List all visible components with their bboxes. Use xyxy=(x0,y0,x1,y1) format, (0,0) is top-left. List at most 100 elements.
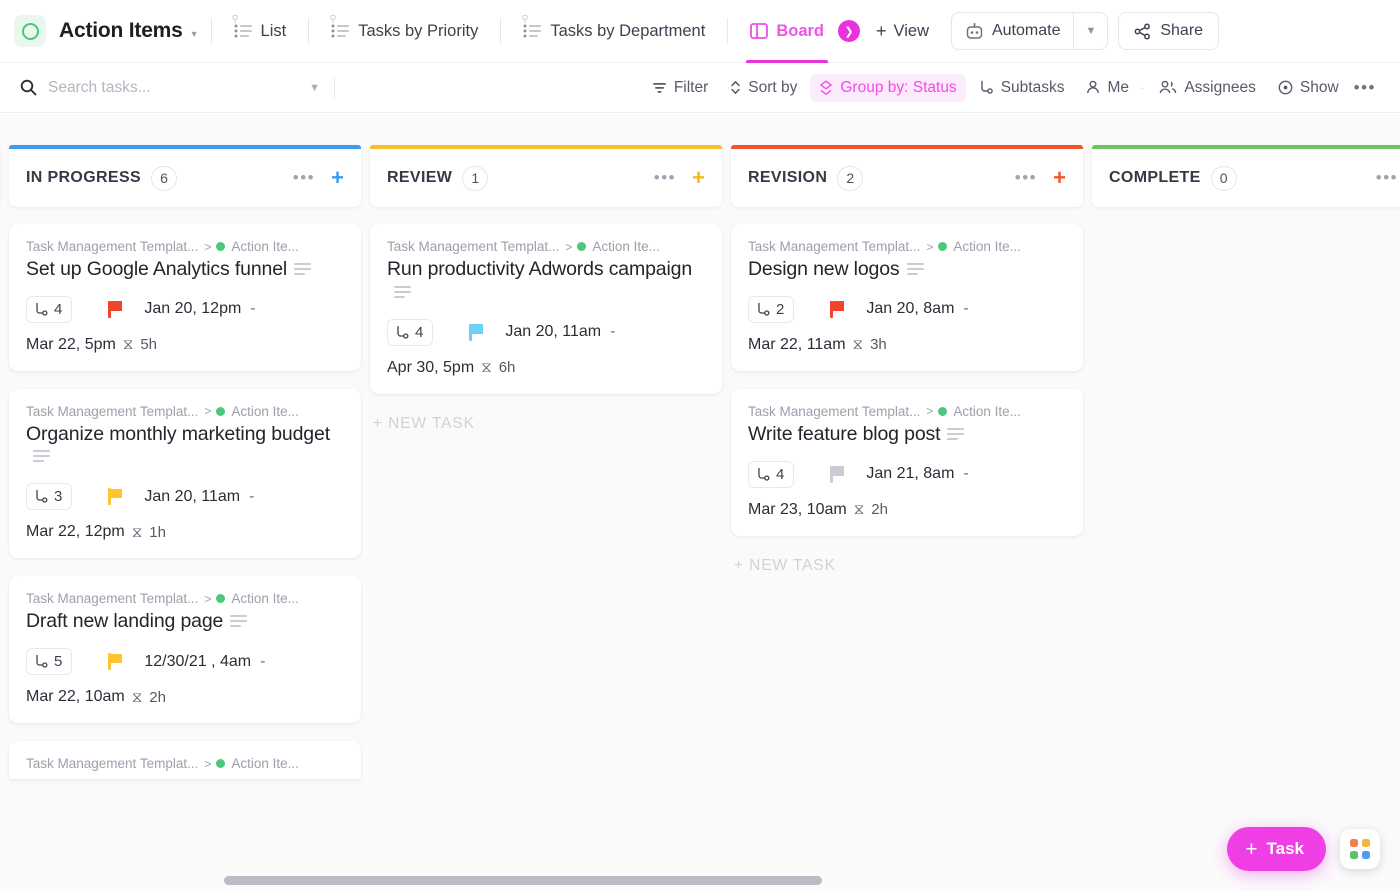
filter-button[interactable]: Filter xyxy=(643,74,717,102)
subtask-count-badge[interactable]: 4 xyxy=(26,296,72,323)
start-date[interactable]: Jan 20, 11am xyxy=(144,488,240,506)
apps-grid-icon[interactable] xyxy=(1340,829,1380,869)
column-header-complete[interactable]: COMPLETE 0 ••• + xyxy=(1092,145,1400,207)
scrollbar-thumb[interactable] xyxy=(224,876,822,885)
priority-flag-icon[interactable] xyxy=(469,324,483,341)
breadcrumb-separator: > xyxy=(204,757,211,771)
chevron-down-icon[interactable]: ▼ xyxy=(190,29,199,39)
tab-board-label: Board xyxy=(776,22,824,41)
show-button[interactable]: Show xyxy=(1269,74,1348,102)
breadcrumb-separator: > xyxy=(926,404,933,418)
tab-tasks-by-priority[interactable]: ⚲ Tasks by Priority xyxy=(321,0,488,63)
automate-label: Automate xyxy=(992,22,1060,40)
description-lines-icon xyxy=(294,263,311,275)
subtask-count-badge[interactable]: 4 xyxy=(748,461,794,488)
column-add-task-plus-icon[interactable]: + xyxy=(331,167,344,189)
sort-by-button[interactable]: Sort by xyxy=(721,74,806,102)
start-date[interactable]: Jan 20, 8am xyxy=(866,300,954,318)
task-card[interactable]: Task Management Templat... > Action Ite.… xyxy=(9,224,361,371)
column-add-task-plus-icon[interactable]: + xyxy=(1053,167,1066,189)
tab-tasks-by-department[interactable]: ⚲ Tasks by Department xyxy=(513,0,715,63)
subtask-count-badge[interactable]: 4 xyxy=(387,319,433,346)
breadcrumb-parent: Task Management Templat... xyxy=(26,404,198,419)
page-title: Action Items xyxy=(59,19,183,43)
subtask-count-badge[interactable]: 3 xyxy=(26,483,72,510)
description-lines-icon xyxy=(947,428,964,440)
column-header-in-progress[interactable]: IN PROGRESS 6 ••• + xyxy=(9,145,361,207)
divider xyxy=(308,18,309,44)
task-due-row: Apr 30, 5pm ⧖ 6h xyxy=(387,359,705,377)
column-header-review[interactable]: REVIEW 1 ••• + xyxy=(370,145,722,207)
column-menu-ellipsis-icon[interactable]: ••• xyxy=(654,168,676,188)
subtask-count-badge[interactable]: 2 xyxy=(748,296,794,323)
priority-flag-icon[interactable] xyxy=(108,301,122,318)
list-logo xyxy=(14,15,46,47)
start-date[interactable]: Jan 20, 11am xyxy=(505,323,601,341)
task-card[interactable]: Task Management Templat... > Action Ite.… xyxy=(731,389,1083,536)
task-meta-row: 4 Jan 20, 11am - xyxy=(387,319,705,346)
priority-flag-icon[interactable] xyxy=(830,466,844,483)
breadcrumb-separator: > xyxy=(565,240,572,254)
priority-flag-icon[interactable] xyxy=(108,653,122,670)
task-title: Set up Google Analytics funnel xyxy=(26,258,287,280)
column-body: Task Management Templat... > Action Ite.… xyxy=(370,207,722,433)
breadcrumb: Task Management Templat... > Action Ite.… xyxy=(26,756,344,771)
date-range-dash: - xyxy=(250,300,255,318)
breadcrumb: Task Management Templat... > Action Ite.… xyxy=(387,239,705,254)
task-card[interactable]: Task Management Templat... > Action Ite.… xyxy=(9,741,361,779)
search-input[interactable] xyxy=(48,79,298,97)
create-task-button[interactable]: + Task xyxy=(1227,827,1326,871)
column-menu-ellipsis-icon[interactable]: ••• xyxy=(1376,168,1398,188)
pin-icon: ⚲ xyxy=(232,14,239,25)
priority-flag-icon[interactable] xyxy=(108,488,122,505)
subtasks-button[interactable]: Subtasks xyxy=(970,74,1074,102)
automate-button[interactable]: Automate xyxy=(952,13,1073,49)
tab-list[interactable]: ⚲ List xyxy=(224,0,297,63)
due-date[interactable]: Apr 30, 5pm xyxy=(387,359,474,377)
task-title-row: Organize monthly marketing budget xyxy=(26,423,344,469)
subtask-count-badge[interactable]: 5 xyxy=(26,648,72,675)
due-date[interactable]: Mar 22, 11am xyxy=(748,336,846,354)
start-date[interactable]: Jan 20, 12pm xyxy=(144,300,241,318)
due-date[interactable]: Mar 22, 10am xyxy=(26,688,125,706)
subtask-icon xyxy=(979,80,994,95)
date-range-dash: - xyxy=(963,465,968,483)
column-menu-ellipsis-icon[interactable]: ••• xyxy=(293,168,315,188)
horizontal-scrollbar[interactable] xyxy=(0,876,1400,885)
due-date[interactable]: Mar 22, 5pm xyxy=(26,336,116,354)
description-lines-icon xyxy=(394,286,411,298)
task-card[interactable]: Task Management Templat... > Action Ite.… xyxy=(9,576,361,723)
me-button[interactable]: Me xyxy=(1077,74,1138,102)
toolbar-more-ellipsis-icon[interactable]: ••• xyxy=(1348,78,1382,98)
automate-dropdown-chevron-down-icon[interactable]: ▼ xyxy=(1073,13,1107,49)
column-body: Task Management Templat... > Action Ite.… xyxy=(9,207,361,779)
column-count-badge: 1 xyxy=(462,166,488,191)
column-add-task-plus-icon[interactable]: + xyxy=(692,167,705,189)
tab-board[interactable]: Board xyxy=(740,0,834,63)
task-card[interactable]: Task Management Templat... > Action Ite.… xyxy=(9,389,361,559)
column-header-revision[interactable]: REVISION 2 ••• + xyxy=(731,145,1083,207)
share-button[interactable]: Share xyxy=(1118,12,1219,50)
group-by-label: Group by: Status xyxy=(840,79,956,97)
start-date[interactable]: Jan 21, 8am xyxy=(866,465,954,483)
add-view-button[interactable]: + View xyxy=(866,21,939,42)
due-date[interactable]: Mar 23, 10am xyxy=(748,501,847,519)
breadcrumb-child: Action Ite... xyxy=(953,239,1021,254)
search-chevron-down-icon[interactable]: ▼ xyxy=(309,82,320,94)
new-task-button[interactable]: + NEW TASK xyxy=(370,412,722,433)
hourglass-icon: ⧖ xyxy=(132,689,143,706)
breadcrumb-parent: Task Management Templat... xyxy=(26,756,198,771)
task-card[interactable]: Task Management Templat... > Action Ite.… xyxy=(731,224,1083,371)
due-date[interactable]: Mar 22, 12pm xyxy=(26,523,125,541)
subtask-branch-icon xyxy=(34,654,49,669)
priority-flag-icon[interactable] xyxy=(830,301,844,318)
group-by-button[interactable]: Group by: Status xyxy=(810,74,965,102)
task-title: Write feature blog post xyxy=(748,423,940,445)
task-due-row: Mar 22, 5pm ⧖ 5h xyxy=(26,336,344,354)
assignees-button[interactable]: Assignees xyxy=(1150,74,1265,102)
new-task-button[interactable]: + NEW TASK xyxy=(731,554,1083,575)
chevron-right-circle-icon[interactable]: ❯ xyxy=(838,20,860,42)
column-menu-ellipsis-icon[interactable]: ••• xyxy=(1015,168,1037,188)
task-card[interactable]: Task Management Templat... > Action Ite.… xyxy=(370,224,722,394)
start-date[interactable]: 12/30/21 , 4am xyxy=(144,653,251,671)
